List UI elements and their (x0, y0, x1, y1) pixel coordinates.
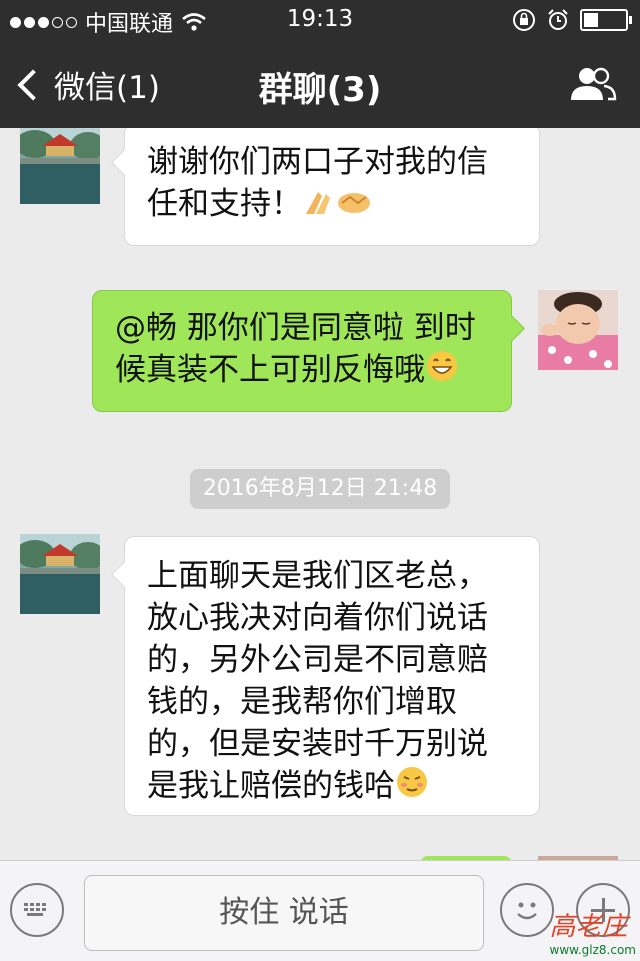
grin-emoji-icon (425, 349, 459, 394)
hold-to-talk-button[interactable]: 按住 说话 (84, 875, 484, 951)
avatar-me[interactable] (538, 290, 618, 370)
battery-icon (580, 9, 632, 31)
message-bubble-incoming[interactable]: 谢谢你们两口子对我的信任和支持！ (111, 128, 540, 246)
watermark-url: www.glz8.com (549, 943, 636, 957)
alarm-icon (548, 9, 568, 30)
chat-title: 群聊(3) (258, 70, 382, 110)
keyboard-toggle-button[interactable] (10, 883, 64, 937)
handshake-emoji-icon (336, 185, 372, 227)
avatar-image (538, 290, 618, 370)
input-bar: 按住 说话 高老庄 www.glz8.com (0, 860, 640, 961)
emoji-icon (517, 902, 537, 920)
emoji-button[interactable] (500, 883, 554, 937)
message-bubble-incoming[interactable]: 上面聊天是我们区老总，放心我决对向着你们说话的，另外公司是不同意赔钱的，是我帮你… (111, 536, 540, 816)
avatar-image (20, 128, 100, 204)
avatar-sender[interactable] (20, 534, 100, 614)
nav-bar: 微信(1) 群聊(3) (0, 40, 640, 128)
keyboard-icon (24, 903, 46, 916)
status-bar: 中国联通 19:13 (0, 0, 640, 40)
chat-area[interactable]: 谢谢你们两口子对我的信任和支持！ @畅 那你们是同意啦 到时候真装不上可别反悔哦… (0, 128, 640, 860)
watermark: 高老庄 www.glz8.com (549, 912, 636, 957)
pray-emoji-icon (302, 185, 336, 227)
rotation-lock-icon (513, 9, 535, 31)
message-bubble-outgoing[interactable]: @畅 那你们是同意啦 到时候真装不上可别反悔哦 (92, 290, 525, 412)
group-members-icon[interactable] (568, 66, 618, 102)
avatar-image (20, 534, 100, 614)
top-bar: 中国联通 19:13 微信(1) 群聊(3) (0, 0, 640, 128)
message-text: 上面聊天是我们区老总，放心我决对向着你们说话的，另外公司是不同意赔钱的，是我帮你… (147, 558, 488, 804)
blush-emoji-icon (395, 765, 429, 810)
timestamp-label: 2016年8月12日 21:48 (190, 469, 450, 509)
message-text: @畅 那你们是同意啦 到时候真装不上可别反悔哦 (115, 310, 476, 388)
avatar-sender[interactable] (20, 128, 100, 204)
